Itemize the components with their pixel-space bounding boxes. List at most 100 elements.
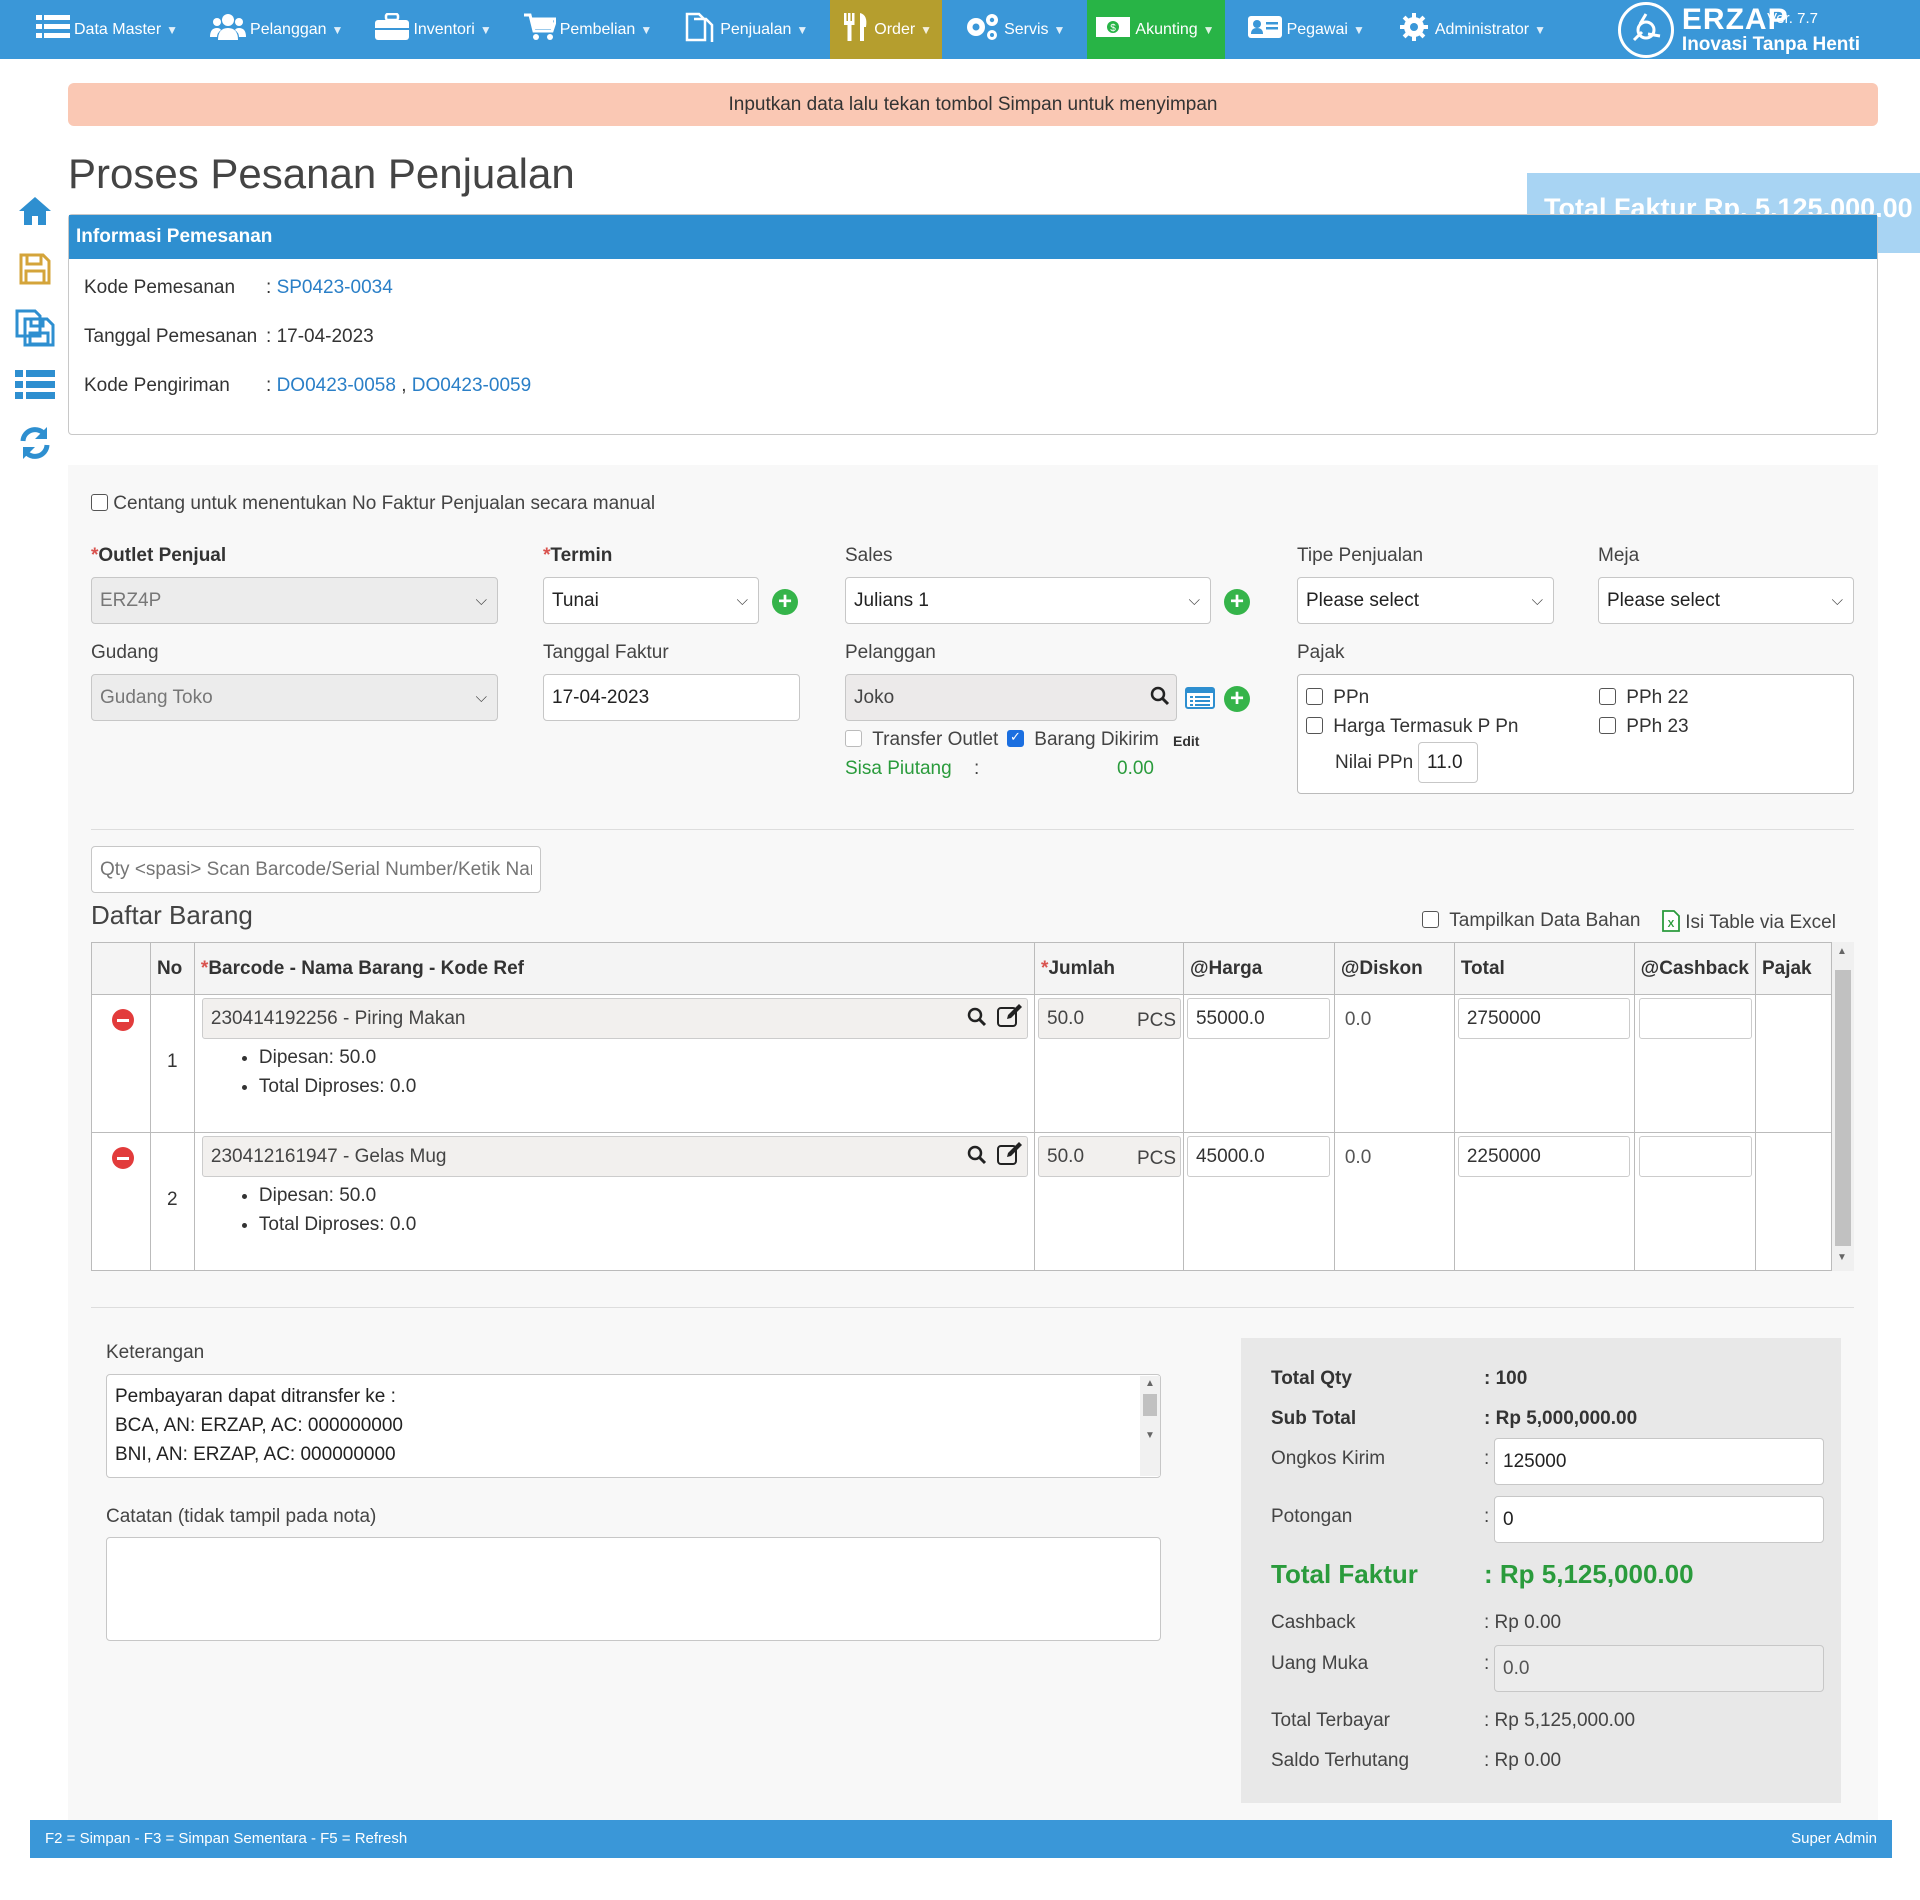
search-icon[interactable] bbox=[967, 999, 987, 1038]
customer-list-icon[interactable] bbox=[1185, 686, 1215, 716]
col-no: No bbox=[149, 942, 195, 995]
qty-input[interactable]: 50.0 PCS bbox=[1038, 1136, 1182, 1177]
gudang-select[interactable]: Gudang Toko ⌵ bbox=[91, 674, 498, 721]
brand-tagline: Inovasi Tanpa Henti bbox=[1681, 33, 1860, 55]
manual-faktur-option[interactable]: Centang untuk menentukan No Faktur Penju… bbox=[91, 493, 655, 515]
qty-input[interactable]: 50.0 PCS bbox=[1038, 998, 1182, 1039]
pph23-checkbox[interactable] bbox=[1599, 717, 1616, 734]
chevron-down-icon: ⌵ bbox=[1531, 592, 1543, 609]
ppn-option[interactable]: PPn bbox=[1306, 687, 1369, 709]
sub-total-row: Sub Total: Rp 5,000,000.00 bbox=[1271, 1408, 1637, 1430]
brand[interactable]: ERZAP Inovasi Tanpa Henti Ver. 7.7 bbox=[1617, 0, 1920, 59]
svg-text:$: $ bbox=[1111, 23, 1117, 34]
nav-pembelian[interactable]: Pembelian ▼ bbox=[502, 0, 663, 59]
table-scrollbar[interactable]: ▲ ▼ bbox=[1832, 942, 1854, 1271]
keterangan-scrollbar[interactable]: ▲ ▼ bbox=[1140, 1376, 1160, 1476]
refresh-button[interactable] bbox=[12, 417, 58, 469]
nilai-ppn-input[interactable]: 11.0 bbox=[1418, 742, 1478, 783]
harga-termasuk-ppn-checkbox[interactable] bbox=[1306, 717, 1323, 734]
tanggal-faktur-input[interactable]: 17-04-2023 bbox=[543, 674, 800, 721]
scroll-up-icon[interactable]: ▲ bbox=[1837, 946, 1847, 957]
pelanggan-input[interactable]: Joko bbox=[845, 674, 1177, 721]
diproses-text: Total Diproses: 0.0 bbox=[259, 1072, 416, 1101]
total-qty-value: : 100 bbox=[1484, 1368, 1528, 1389]
edit-icon[interactable] bbox=[996, 999, 1023, 1038]
cashback-input[interactable] bbox=[1638, 998, 1752, 1039]
sub-total-value: : Rp 5,000,000.00 bbox=[1484, 1408, 1638, 1429]
outlet-select[interactable]: ERZ4P ⌵ bbox=[91, 577, 498, 624]
nav-pegawai[interactable]: Pegawai ▼ bbox=[1225, 0, 1375, 59]
tampilkan-data-bahan-option[interactable]: Tampilkan Data Bahan bbox=[1422, 910, 1640, 932]
scroll-up-icon[interactable]: ▲ bbox=[1145, 1378, 1155, 1389]
scroll-down-icon[interactable]: ▼ bbox=[1145, 1430, 1155, 1441]
edit-icon[interactable] bbox=[996, 1137, 1023, 1176]
nav-order[interactable]: Order ▼ bbox=[830, 0, 943, 59]
termin-select[interactable]: Tunai ⌵ bbox=[543, 577, 759, 624]
isi-table-excel-label: Isi Table via Excel bbox=[1685, 912, 1836, 933]
add-sales-icon[interactable]: + bbox=[1224, 589, 1250, 615]
ongkos-kirim-input[interactable]: 125000 bbox=[1494, 1438, 1824, 1485]
chevron-down-icon: ▼ bbox=[1053, 22, 1066, 37]
tipe-penjualan-select[interactable]: Please select ⌵ bbox=[1297, 577, 1554, 624]
add-pelanggan-icon[interactable]: + bbox=[1224, 686, 1250, 712]
pph22-checkbox[interactable] bbox=[1599, 688, 1616, 705]
home-button[interactable] bbox=[12, 185, 58, 237]
keterangan-textarea[interactable] bbox=[106, 1374, 1161, 1478]
tampilkan-data-bahan-checkbox[interactable] bbox=[1422, 911, 1439, 928]
catatan-textarea[interactable] bbox=[106, 1537, 1161, 1641]
list-button[interactable] bbox=[12, 359, 58, 411]
total-faktur-value: : Rp 5,125,000.00 bbox=[1484, 1559, 1694, 1589]
save-button[interactable] bbox=[12, 243, 58, 295]
add-termin-icon[interactable]: + bbox=[772, 589, 798, 615]
scan-barcode-input[interactable] bbox=[91, 846, 541, 893]
save-draft-button[interactable] bbox=[12, 301, 58, 353]
uang-muka-input[interactable]: 0.0 bbox=[1494, 1645, 1824, 1692]
nav-administrator[interactable]: Administrator ▼ bbox=[1375, 0, 1556, 59]
remove-row-icon[interactable] bbox=[112, 1009, 134, 1031]
potongan-input[interactable]: 0 bbox=[1494, 1496, 1824, 1543]
harga-input[interactable]: 55000.0 bbox=[1186, 998, 1330, 1039]
scrollbar-thumb[interactable] bbox=[1143, 1394, 1157, 1416]
kode-pengiriman-link[interactable]: DO0423-0059 bbox=[412, 375, 531, 396]
nav-inventori[interactable]: Inventori ▼ bbox=[353, 0, 501, 59]
kode-pengiriman-link[interactable]: DO0423-0058 bbox=[277, 375, 396, 396]
kode-pemesanan-link[interactable]: SP0423-0034 bbox=[277, 277, 393, 298]
ppn-checkbox[interactable] bbox=[1306, 688, 1323, 705]
manual-faktur-checkbox[interactable] bbox=[91, 494, 108, 511]
scroll-down-icon[interactable]: ▼ bbox=[1837, 1252, 1847, 1263]
nav-servis[interactable]: Servis ▼ bbox=[942, 0, 1075, 59]
nav-data-master[interactable]: Data Master ▼ bbox=[0, 0, 188, 59]
nav-pelanggan[interactable]: Pelanggan ▼ bbox=[188, 0, 353, 59]
pph23-option[interactable]: PPh 23 bbox=[1599, 716, 1689, 738]
row-diskon-cell: 0.0 bbox=[1333, 994, 1455, 1133]
utensils-icon bbox=[842, 11, 870, 48]
transfer-outlet-option[interactable]: Transfer Outlet bbox=[845, 729, 998, 751]
nav-label: Data Master bbox=[74, 20, 162, 38]
cart-icon bbox=[523, 13, 558, 46]
transfer-outlet-checkbox[interactable] bbox=[845, 730, 862, 747]
isi-table-excel-link[interactable]: X Isi Table via Excel bbox=[1662, 910, 1836, 934]
edit-link[interactable]: Edit bbox=[1173, 733, 1199, 749]
cashback-input[interactable] bbox=[1638, 1136, 1752, 1177]
total-input[interactable]: 2750000 bbox=[1457, 998, 1630, 1039]
total-input[interactable]: 2250000 bbox=[1457, 1136, 1630, 1177]
remove-row-icon[interactable] bbox=[112, 1147, 134, 1169]
termin-label: *Termin bbox=[543, 545, 613, 566]
barang-dikirim-checkbox[interactable] bbox=[1007, 729, 1024, 747]
search-icon[interactable] bbox=[1150, 675, 1170, 720]
item-name-input[interactable]: 230412161947 - Gelas Mug bbox=[201, 1136, 1028, 1177]
current-user[interactable]: Super Admin bbox=[1791, 1820, 1877, 1858]
item-name-input[interactable]: 230414192256 - Piring Makan bbox=[201, 998, 1028, 1039]
pph22-option[interactable]: PPh 22 bbox=[1599, 687, 1689, 709]
col-barcode: *Barcode - Nama Barang - Kode Ref bbox=[193, 942, 1036, 995]
harga-input[interactable]: 45000.0 bbox=[1186, 1136, 1330, 1177]
barang-dikirim-option[interactable]: Barang Dikirim bbox=[1007, 729, 1159, 751]
search-icon[interactable] bbox=[967, 1137, 987, 1176]
meja-select[interactable]: Please select ⌵ bbox=[1598, 577, 1854, 624]
row-harga-cell: 55000.0 bbox=[1182, 994, 1335, 1133]
nav-akunting[interactable]: $ Akunting ▼ bbox=[1087, 0, 1225, 59]
scrollbar-thumb[interactable] bbox=[1835, 970, 1851, 1246]
sales-select[interactable]: Julians 1 ⌵ bbox=[845, 577, 1211, 624]
nav-penjualan[interactable]: Penjualan ▼ bbox=[662, 0, 818, 59]
harga-termasuk-ppn-option[interactable]: Harga Termasuk P Pn bbox=[1306, 716, 1518, 738]
